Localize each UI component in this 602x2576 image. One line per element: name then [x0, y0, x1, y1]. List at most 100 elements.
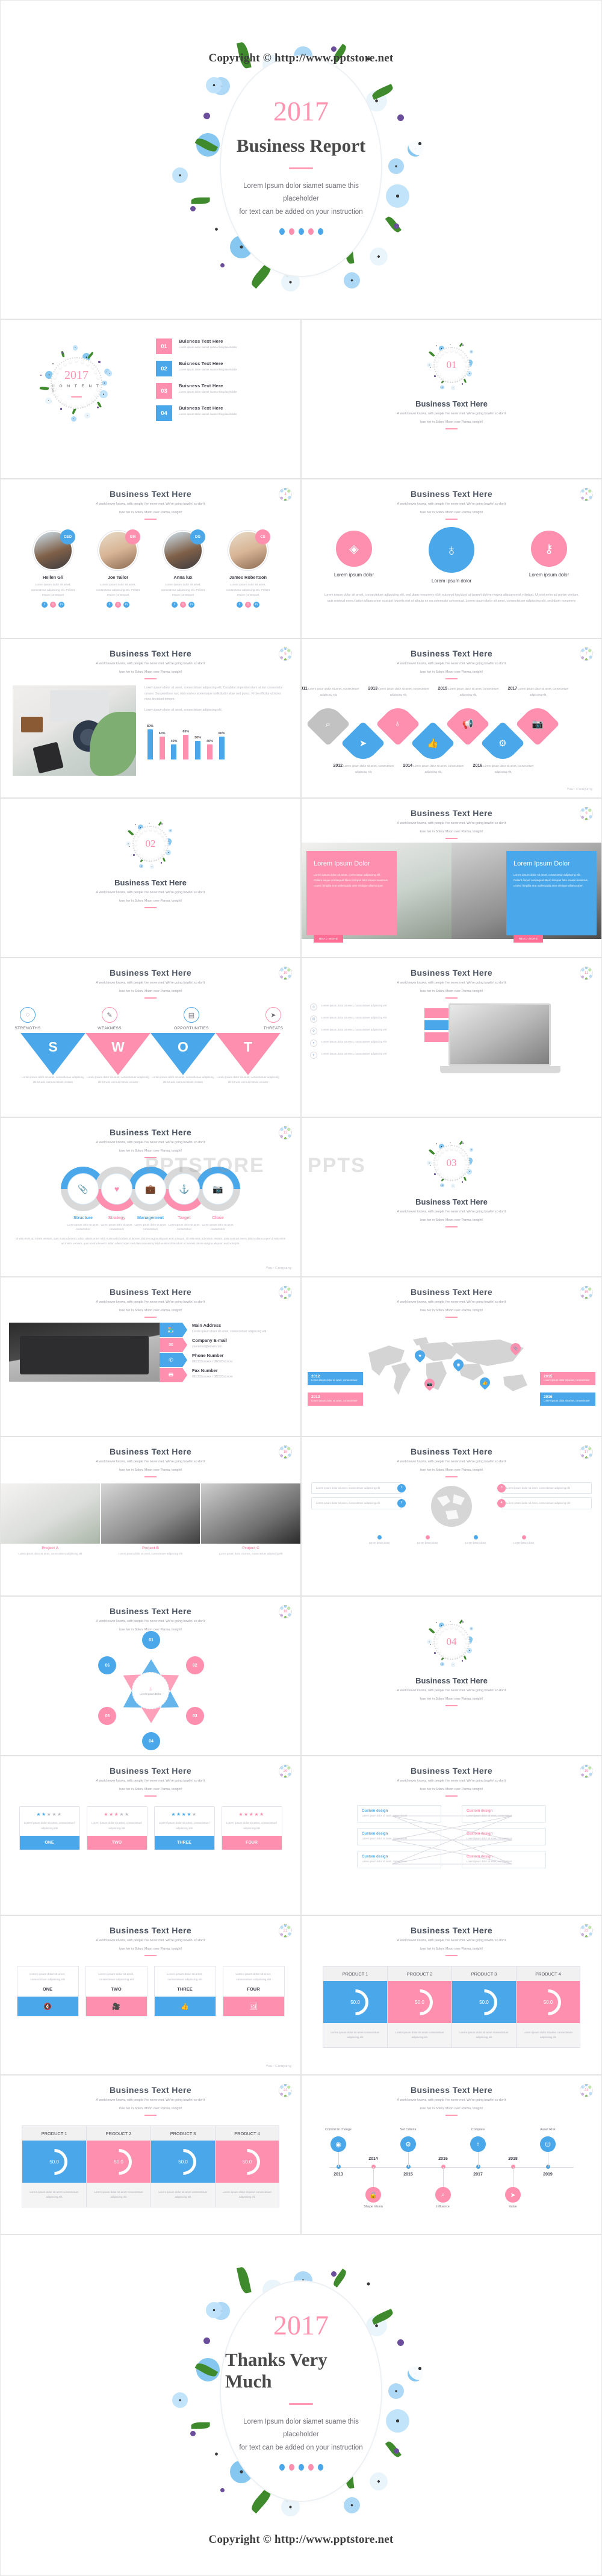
contact-row: 🖶 Fax Number 081333xxxxxx / 082233xxxxxx [160, 1368, 292, 1383]
read-more-button[interactable]: READ MORE [314, 935, 344, 943]
divider-sub2: lose her in Solon. Moon over Parma, toni… [420, 420, 483, 424]
social-f-icon[interactable]: f [172, 602, 178, 608]
contents-item[interactable]: 01 Buisness Text Here Lorem ipsum dolor … [156, 338, 285, 354]
contents-item[interactable]: 03 Buisness Text Here Lorem ipsum dolor … [156, 383, 285, 399]
divider-rule [289, 167, 313, 170]
cross-box[interactable]: Custom design Lorem ipsum dolor sit amet… [357, 1828, 441, 1846]
product-column: PRODUCT 2 50.0 Lorem ipsum dolor sit ame… [387, 1966, 452, 2048]
social-in-icon[interactable]: in [58, 602, 64, 608]
swot-slide: Business Text Here A world never knows, … [0, 958, 301, 1117]
donut-value: 50.0 [345, 1992, 365, 2012]
review-card[interactable]: ★★★★★ Lorem ipsum dolor sit amet, consec… [154, 1806, 215, 1851]
team-member[interactable]: GM Joe Tailor Lorem ipsum dolor sit amet… [90, 529, 146, 608]
dot [279, 228, 285, 235]
read-more-button[interactable]: READ MORE [514, 935, 544, 943]
team-member[interactable]: CS James Robertson Lorem ipsum dolor sit… [220, 529, 276, 608]
bar [159, 737, 165, 759]
lightbulb-icon: ♁ [429, 527, 474, 573]
hub-center-label: ♁ Lorem Ipsum Dolor [132, 1672, 169, 1710]
review-card[interactable]: ★★★★★ Lorem ipsum dolor sit amet, consec… [19, 1806, 80, 1851]
floral-wreath: 2017 Thanks Very Much Lorem Ipsum dolor … [163, 2250, 439, 2533]
page-title: Thanks Very Much [225, 2349, 327, 2392]
timeline-stem [443, 2167, 444, 2190]
donut-value: 50.0 [409, 1992, 430, 2012]
contents-item[interactable]: 04 Buisness Text Here Lorem ipsum dolor … [156, 405, 285, 421]
social-links[interactable]: f t in [220, 602, 276, 608]
team-member[interactable]: DG Anna lux Lorem ipsum dolor sit amet, … [155, 529, 211, 608]
social-in-icon[interactable]: in [123, 602, 129, 608]
timeline-year: 2019 [543, 2172, 553, 2177]
feature-card[interactable]: Lorem ipsum dolor sit amet, consectetuer… [85, 1966, 147, 2017]
cross-box[interactable]: Custom design Lorem ipsum dolor sit amet… [462, 1851, 546, 1868]
divider-sub1: A world never knows, with people i've ne… [397, 1209, 506, 1214]
cross-desc: Lorem ipsum dolor sit amet, consectetuer [467, 1837, 512, 1841]
gear-icon[interactable]: ⚙ [400, 2136, 416, 2153]
panel-card-left: Lorem Ipsum Dolor Lorem ipsum dolor sit … [306, 851, 397, 943]
feature-item[interactable]: ⚷ Lorem ipsum dolor [513, 531, 585, 579]
product-column: PRODUCT 2 50.0 Lorem ipsum dolor sit ame… [86, 2125, 150, 2208]
social-f-icon[interactable]: f [42, 602, 48, 608]
cross-desc: Lorem ipsum dolor sit amet, consectetuer [467, 1814, 512, 1818]
team-member[interactable]: CEO Hellen Gli Lorem ipsum dolor sit ame… [25, 529, 81, 608]
bar [206, 744, 213, 759]
phone-icon: ✆ [160, 1353, 187, 1368]
contents-item[interactable]: 02 Buisness Text Here Lorem ipsum dolor … [156, 361, 285, 376]
device-list-slide: Business Text Here A world never knows, … [301, 958, 602, 1117]
lightbulb-icon[interactable]: ♁ [470, 2136, 486, 2153]
social-links[interactable]: f t in [25, 602, 81, 608]
social-links[interactable]: f t in [155, 602, 211, 608]
feature-card[interactable]: Lorem ipsum dolor sit amet, consectetuer… [154, 1966, 216, 2017]
hub-node[interactable]: 03 [185, 1707, 204, 1726]
card-name: THREE [177, 1986, 193, 1992]
map-legend: Lorem ipsum dolor Lorem ipsum dolor Lorem … [302, 1535, 601, 1544]
swot-name: OPPORTUNITIES [174, 1026, 209, 1031]
icons3-paragraph: Lorem ipsum dolor sit amet, consectetuer… [324, 593, 579, 603]
feature-item[interactable]: ◈ Lorem ipsum dolor [318, 531, 390, 579]
social-f-icon[interactable]: f [237, 602, 243, 608]
send-icon[interactable]: ➤ [505, 2187, 521, 2203]
page-badge: 23 [580, 2084, 593, 2097]
social-links[interactable]: f t in [90, 602, 146, 608]
map-info-card: 2013 Lorem ipsum dolor sit amet, consect… [308, 1392, 363, 1406]
feature-item[interactable]: ♁ Lorem ipsum dolor [415, 527, 488, 585]
swot-name: WEAKNESS [98, 1026, 122, 1031]
social-t-icon[interactable]: t [245, 602, 251, 608]
contents-item-desc: Lorem ipsum dolor siamet suame this plac… [179, 368, 237, 371]
social-t-icon[interactable]: t [115, 602, 121, 608]
dot [317, 2463, 323, 2471]
heart-icon: ♥ [101, 1173, 132, 1205]
review-card[interactable]: ★★★★★ Lorem ipsum dolor sit amet, consec… [86, 1806, 147, 1851]
cross-box[interactable]: Custom design Lorem ipsum dolor sit amet… [357, 1851, 441, 1868]
process-node[interactable]: 📷 [196, 1167, 240, 1212]
search-icon[interactable]: ⌕ [435, 2187, 451, 2203]
hub-node[interactable]: 06 [98, 1656, 117, 1675]
social-f-icon[interactable]: f [107, 602, 113, 608]
cross-box[interactable]: Custom design Lorem ipsum dolor sit amet… [462, 1805, 546, 1823]
review-card[interactable]: ★★★★★ Lorem ipsum dolor sit amet, consec… [221, 1806, 282, 1851]
cross-box[interactable]: Custom design Lorem ipsum dolor sit amet… [357, 1805, 441, 1823]
feature-card[interactable]: Lorem ipsum dolor sit amet, consectetuer… [222, 1966, 285, 2017]
social-in-icon[interactable]: in [188, 602, 194, 608]
hub-node[interactable]: 05 [98, 1707, 117, 1726]
hub-node[interactable]: 02 [185, 1656, 204, 1675]
lock-icon[interactable]: 🔒 [365, 2187, 381, 2203]
hub-node[interactable]: 01 [142, 1631, 160, 1650]
social-t-icon[interactable]: t [180, 602, 186, 608]
social-t-icon[interactable]: t [50, 602, 56, 608]
dot [317, 228, 323, 235]
feature-row: ♥ Lorem ipsum dolor sit amet, consectetu… [310, 1040, 418, 1047]
timeline-caption: Shape Vision [364, 2205, 383, 2209]
eye-icon[interactable]: ◉ [330, 2136, 346, 2153]
feature-card[interactable]: Lorem ipsum dolor sit amet, consectetuer… [16, 1966, 79, 2017]
hub-node[interactable]: 04 [142, 1732, 160, 1751]
map-info-box: Lorem ipsum dolor sit amet, consectetuer… [497, 1482, 592, 1494]
database-icon[interactable]: ⛁ [540, 2136, 556, 2153]
timeline-label: 2015 Lorem ipsum dolor sit amet, consect… [438, 687, 499, 697]
portfolio-desc: Lorem ipsum dolor sit amet, consectetuer… [219, 1552, 283, 1556]
brush-icon: ✎ [102, 1007, 117, 1023]
map-info-box: Lorem ipsum dolor sit amet, consectetuer… [497, 1497, 592, 1509]
social-in-icon[interactable]: in [253, 602, 259, 608]
cross-box[interactable]: Custom design Lorem ipsum dolor sit amet… [462, 1828, 546, 1846]
keyboard-photo [9, 1323, 160, 1382]
timeline-caption: Commit to change [325, 2128, 352, 2132]
